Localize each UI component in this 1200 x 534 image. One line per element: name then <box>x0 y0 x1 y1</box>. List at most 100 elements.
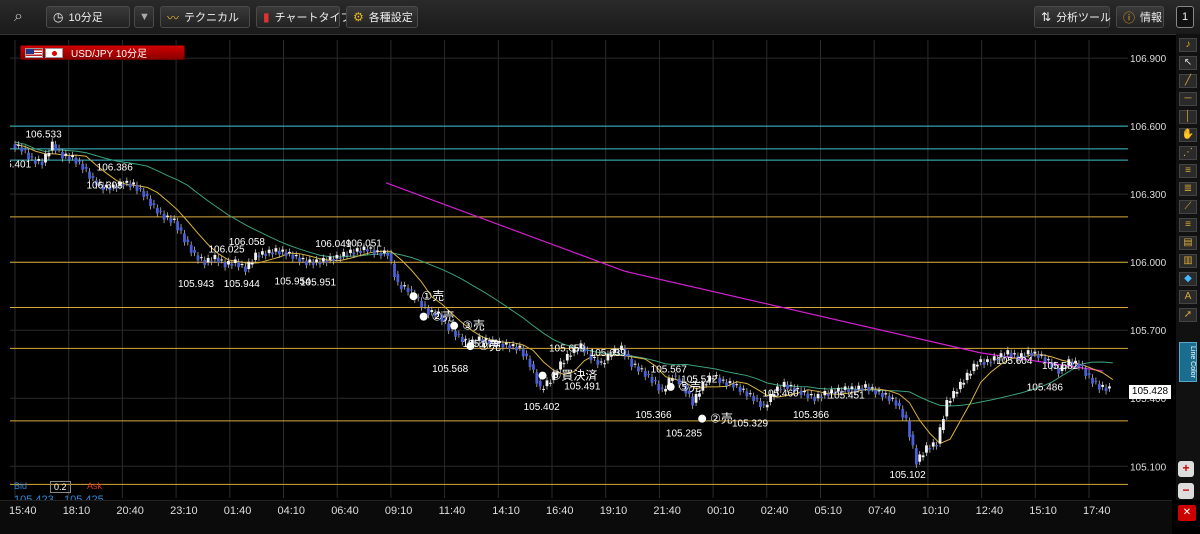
candle-down <box>718 377 722 383</box>
candle-down <box>762 404 766 406</box>
candle-up <box>1013 353 1016 355</box>
candle-down <box>596 359 600 365</box>
zoom-in-button[interactable]: + <box>1178 461 1194 477</box>
candle-down <box>813 396 817 401</box>
price-chart[interactable]: 106.533106.401106.386106.308106.058106.0… <box>10 40 1128 498</box>
cursor-icon[interactable]: ↖ <box>1179 56 1197 70</box>
candle-down <box>162 213 166 220</box>
horizontal-line-tool[interactable]: ─ <box>1179 92 1197 106</box>
info-button[interactable]: ⓘ 情報 <box>1116 6 1164 28</box>
line-color-tab[interactable]: Line Color <box>1179 342 1197 382</box>
channel-tool[interactable]: ≣ <box>1179 182 1197 196</box>
candle-up <box>864 384 867 388</box>
candle-up <box>403 285 407 287</box>
candle-down <box>454 330 457 337</box>
candle-down <box>128 183 132 188</box>
candle-down <box>894 400 898 406</box>
search-icon[interactable]: ⌕ <box>8 6 34 28</box>
period-button[interactable]: ◷ 10分足 <box>46 6 130 28</box>
time-tick-label: 16:40 <box>546 505 574 517</box>
candle-down <box>643 371 647 377</box>
price-annotation: 105.486 <box>1027 383 1064 394</box>
candle-up <box>315 259 318 263</box>
info-icon: ⓘ <box>1123 10 1136 25</box>
candle-down <box>277 250 281 255</box>
candle-up <box>294 254 298 257</box>
count-tool[interactable]: ▤ <box>1179 236 1197 250</box>
trade-marker-label: ①売 <box>421 288 444 303</box>
candle-up <box>850 386 854 390</box>
chart-type-button[interactable]: ▮ チャートタイプ <box>256 6 352 28</box>
price-axis: 106.900 106.600 106.300 106.000 105.700 105.4… <box>1128 40 1172 500</box>
eraser-icon[interactable]: ◆ <box>1179 272 1197 286</box>
candle-down <box>647 374 651 376</box>
window-count-badge[interactable]: 1 <box>1176 6 1194 28</box>
price-annotation: 106.533 <box>25 129 62 140</box>
candle-up <box>301 257 305 260</box>
candle-down <box>338 257 342 259</box>
candle-down <box>84 166 88 169</box>
candle-down <box>298 257 302 262</box>
trendline-tool[interactable]: ╱ <box>1179 74 1197 88</box>
period-tool[interactable]: ▥ <box>1179 254 1197 268</box>
candle-down <box>654 380 657 382</box>
technical-button[interactable]: 〰 テクニカル <box>160 6 250 28</box>
trade-marker-dot <box>419 312 428 321</box>
zoom-out-button[interactable]: − <box>1178 483 1194 499</box>
price-tick-label: 106.300 <box>1130 190 1167 201</box>
trade-marker-dot <box>698 414 707 423</box>
candle-down <box>657 383 661 391</box>
candle-up <box>542 388 545 390</box>
fan-tool[interactable]: ⋰ <box>1179 146 1197 160</box>
vertical-line-tool[interactable]: │ <box>1179 110 1197 124</box>
analysis-tools-button[interactable]: ⇅ 分析ツール <box>1034 6 1111 28</box>
candle-up <box>16 144 20 146</box>
price-annotation: 105.943 <box>178 279 215 290</box>
candle-up <box>250 262 254 265</box>
candle-up <box>166 215 169 217</box>
bell-icon[interactable]: ♪ <box>1179 38 1197 52</box>
candle-down <box>1097 383 1101 390</box>
candle-up <box>599 361 603 363</box>
candle-down <box>159 210 163 212</box>
trade-marker-label: ⑤買決済 <box>551 368 598 383</box>
candle-up <box>565 353 569 361</box>
trade-marker-dot <box>538 371 547 380</box>
candle-down <box>27 152 30 160</box>
arrow-tool[interactable]: ➚ <box>1179 308 1197 322</box>
candle-up <box>308 259 312 263</box>
symbol-label[interactable]: USD/JPY 10分足 <box>20 45 185 60</box>
candle-down <box>1091 377 1094 384</box>
candle-down <box>193 250 196 253</box>
price-tick-label: 106.600 <box>1130 122 1167 133</box>
text-tool[interactable]: A <box>1179 290 1197 304</box>
candle-down <box>61 151 64 159</box>
candle-down <box>501 343 505 348</box>
candle-down <box>138 188 142 190</box>
candle-up <box>213 254 217 260</box>
settings-button[interactable]: ⚙ 各種設定 <box>346 6 418 28</box>
candle-up <box>843 386 847 390</box>
close-icon[interactable]: ✕ <box>1178 505 1196 521</box>
candle-down <box>332 259 335 262</box>
candle-down <box>626 353 630 357</box>
candle-down <box>372 250 376 255</box>
fibo-tool[interactable]: ≡ <box>1179 164 1197 178</box>
chart-area[interactable]: 106.533106.401106.386106.308106.058106.0… <box>10 40 1128 498</box>
time-tick-label: 04:10 <box>277 505 306 517</box>
candle-down <box>155 207 159 214</box>
price-annotation: 105.568 <box>432 364 469 375</box>
candle-down <box>752 395 756 401</box>
hand-tool[interactable]: ✋ <box>1179 128 1197 142</box>
time-tick-label: 05:10 <box>814 505 843 517</box>
period-dropdown[interactable]: ▼ <box>134 6 154 28</box>
price-annotation: 106.025 <box>208 245 245 256</box>
gann-tool[interactable]: ⟋ <box>1179 200 1197 214</box>
candle-down <box>935 445 939 447</box>
price-annotation: 105.366 <box>793 410 830 421</box>
period-label: 10分足 <box>68 12 103 24</box>
candle-down <box>244 266 247 272</box>
level-tool[interactable]: ≡ <box>1179 218 1197 232</box>
candle-up <box>132 182 135 185</box>
time-tick-label: 09:10 <box>384 505 413 517</box>
